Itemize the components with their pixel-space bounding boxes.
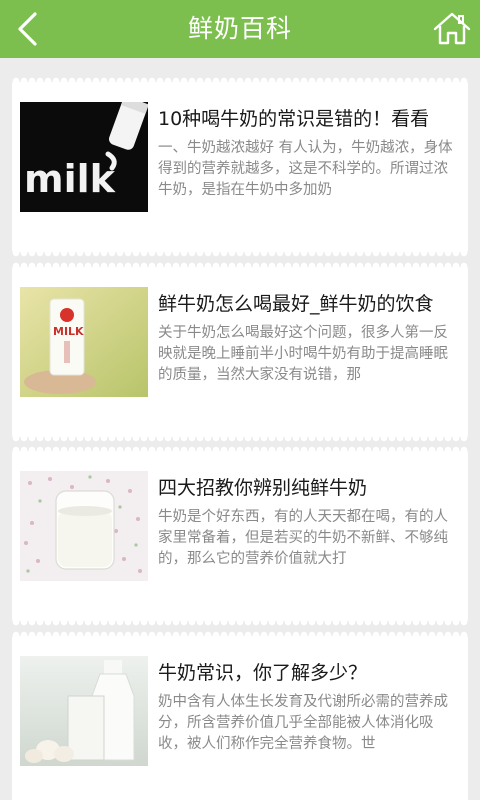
home-button[interactable] (432, 9, 472, 49)
article-summary: 关于牛奶怎么喝最好这个问题，很多人第一反映就是晚上睡前半小时喝牛奶有助于提高睡眠… (158, 325, 448, 383)
card-edge (12, 249, 468, 257)
card-edge (12, 77, 468, 85)
article-card[interactable]: 牛奶常识，你了解多少？ 奶中含有人体生长发育及代谢所必需的营养成分，所含营养价值… (12, 631, 468, 800)
article-summary: 奶中含有人体生长发育及代谢所必需的营养成分，所含营养价值几乎全部能被人体消化吸收… (158, 694, 448, 752)
article-thumbnail (20, 471, 148, 581)
article-thumbnail: MILK (20, 287, 148, 397)
article-list: milk 10种喝牛奶的常识是错的！看看 一、牛奶越浓越好 有人认为，牛奶越浓，… (0, 58, 480, 800)
article-summary: 一、牛奶越浓越好 有人认为，牛奶越浓，身体得到的营养就越多，这是不科学的。所谓过… (158, 140, 453, 198)
card-edge (12, 262, 468, 270)
article-thumbnail: milk (20, 102, 148, 212)
home-icon (433, 12, 471, 45)
milk-splash-text: milk (24, 157, 116, 201)
article-title: 四大招教你辨别纯鲜牛奶 (158, 477, 368, 499)
card-edge (12, 618, 468, 626)
top-bar: 鲜奶百科 (0, 0, 480, 58)
article-title: 10种喝牛奶的常识是错的！看看 (158, 108, 430, 130)
card-edge (12, 434, 468, 442)
milk-label-text: MILK (53, 325, 84, 338)
article-card[interactable]: 四大招教你辨别纯鲜牛奶 牛奶是个好东西，有的人天天都在喝，有的人家里常备着，但是… (12, 446, 468, 626)
article-thumbnail (20, 656, 148, 766)
card-edge (12, 446, 468, 454)
article-title: 鲜牛奶怎么喝最好_鲜牛奶的饮食 (158, 293, 434, 315)
card-edge (12, 631, 468, 639)
article-card[interactable]: MILK 鲜牛奶怎么喝最好_鲜牛奶的饮食 关于牛奶怎么喝最好这个问题，很多人第一… (12, 262, 468, 442)
article-title: 牛奶常识，你了解多少？ (158, 662, 368, 684)
article-summary: 牛奶是个好东西，有的人天天都在喝，有的人家里常备着，但是若买的牛奶不新鲜、不够纯… (158, 509, 448, 567)
page-title: 鲜奶百科 (187, 14, 292, 43)
article-card[interactable]: milk 10种喝牛奶的常识是错的！看看 一、牛奶越浓越好 有人认为，牛奶越浓，… (12, 77, 468, 257)
